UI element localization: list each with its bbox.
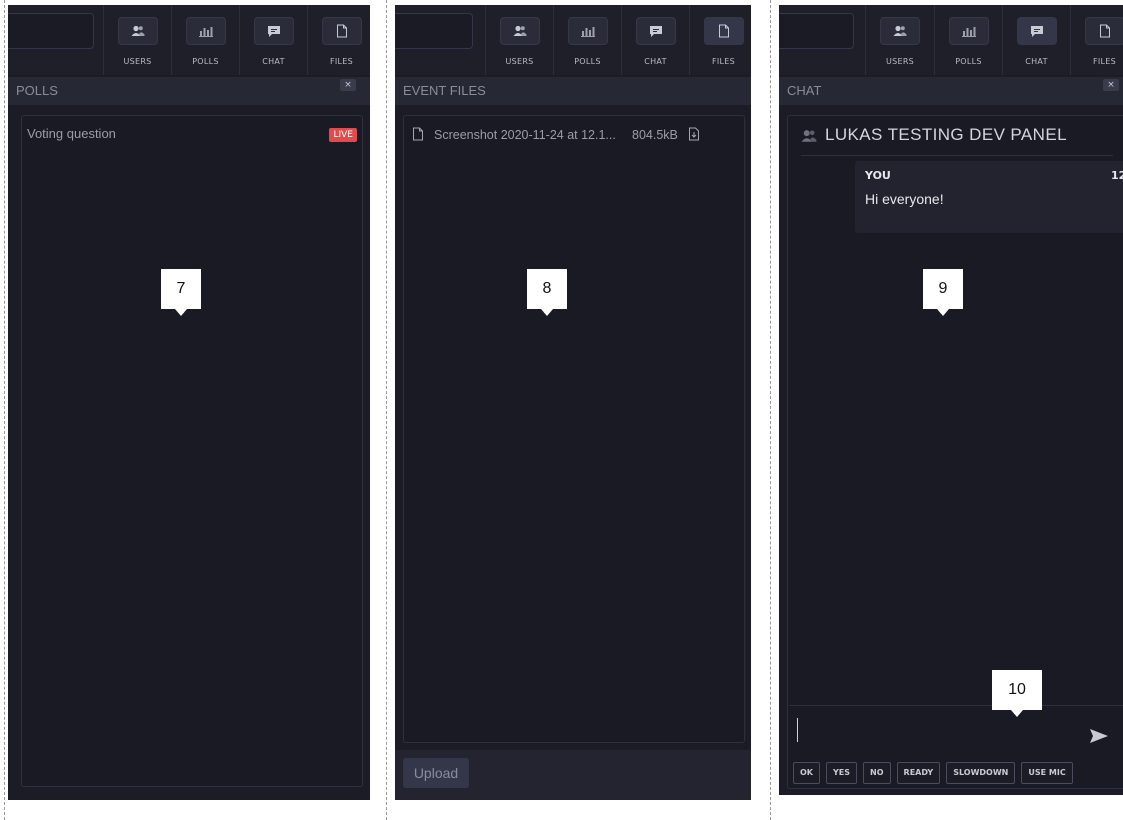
quick-reply-bar: OK YES NO READY SLOWDOWN USE MIC	[793, 762, 1073, 784]
file-icon	[412, 127, 424, 144]
files-panel: USERS POLLS CHAT FILES EVENT FILES Scree…	[395, 5, 751, 800]
quick-reply-use-mic[interactable]: USE MIC	[1021, 762, 1073, 784]
tab-files-label: FILES	[711, 57, 736, 66]
panel-title: CHAT	[787, 83, 822, 98]
quick-reply-ready[interactable]: READY	[896, 762, 941, 784]
tab-chat[interactable]: CHAT	[621, 5, 689, 75]
poll-question[interactable]: Voting question	[27, 126, 116, 141]
top-bar: USERS POLLS CHAT FILES	[779, 5, 1123, 75]
tab-files[interactable]: FILES	[1070, 5, 1123, 75]
message-time: 12:10	[1111, 169, 1123, 182]
quick-reply-ok[interactable]: OK	[793, 762, 820, 784]
polls-list: Voting question LIVE	[21, 115, 363, 787]
tab-users[interactable]: USERS	[865, 5, 934, 75]
chat-bubble-icon	[635, 17, 676, 45]
room-divider	[801, 155, 1113, 156]
callout-8: 8	[527, 269, 567, 316]
tab-chat-label: CHAT	[262, 57, 285, 66]
top-bar: USERS POLLS CHAT FILES	[395, 5, 751, 75]
tab-chat-label: CHAT	[644, 57, 667, 66]
users-icon	[499, 17, 540, 45]
quick-reply-yes[interactable]: YES	[826, 762, 858, 784]
quick-reply-slowdown[interactable]: SLOWDOWN	[946, 762, 1016, 784]
panel-title: POLLS	[16, 83, 58, 98]
users-icon	[880, 17, 920, 45]
tab-polls-label: POLLS	[955, 57, 982, 66]
file-name: Screenshot 2020-11-24 at 12.1...	[434, 128, 616, 142]
event-logo-box	[8, 13, 94, 49]
callout-9: 9	[923, 269, 963, 316]
file-size: 804.5kB	[632, 128, 678, 142]
tab-chat[interactable]: CHAT	[1002, 5, 1070, 75]
send-icon[interactable]	[1089, 728, 1109, 748]
tab-files-label: FILES	[329, 57, 354, 66]
tab-chat-label: CHAT	[1025, 57, 1048, 66]
top-bar-left	[779, 5, 866, 75]
event-logo-box	[395, 13, 473, 49]
tab-polls-label: POLLS	[574, 57, 601, 66]
tab-chat[interactable]: CHAT	[239, 5, 307, 75]
panel-title: EVENT FILES	[403, 83, 486, 98]
users-icon	[117, 17, 158, 45]
tab-polls[interactable]: POLLS	[934, 5, 1002, 75]
panel-header: POLLS ×	[8, 77, 370, 105]
text-caret	[797, 718, 798, 742]
divider-1	[4, 0, 5, 820]
panel-header: EVENT FILES	[395, 77, 751, 105]
quick-reply-no[interactable]: NO	[863, 762, 891, 784]
tab-files-label: FILES	[1092, 57, 1117, 66]
tab-polls[interactable]: POLLS	[553, 5, 621, 75]
chat-bubble-icon	[253, 17, 294, 45]
upload-button[interactable]: Upload	[403, 758, 469, 788]
file-item[interactable]: Screenshot 2020-11-24 at 12.1... 804.5kB	[412, 124, 736, 146]
divider-3	[770, 0, 771, 820]
chat-room-title: LUKAS TESTING DEV PANEL	[825, 125, 1067, 144]
download-icon[interactable]	[688, 127, 700, 144]
panel-header: CHAT ×	[779, 77, 1123, 105]
event-logo-box	[779, 13, 854, 49]
file-icon	[1084, 17, 1123, 45]
chat-input[interactable]	[789, 705, 1123, 756]
message-text: Hi everyone!	[865, 191, 944, 207]
polls-panel: USERS POLLS CHAT FILES POLLS × Voting qu…	[8, 5, 370, 800]
tab-users-label: USERS	[885, 57, 915, 66]
divider-2	[386, 0, 387, 820]
file-list: Screenshot 2020-11-24 at 12.1... 804.5kB	[403, 115, 745, 743]
tab-users-label: USERS	[505, 57, 534, 66]
file-icon	[703, 17, 744, 45]
callout-7: 7	[161, 269, 201, 316]
tab-users[interactable]: USERS	[485, 5, 553, 75]
users-icon	[801, 128, 817, 147]
bar-chart-icon	[567, 17, 608, 45]
bar-chart-icon	[185, 17, 226, 45]
tab-users[interactable]: USERS	[103, 5, 171, 75]
top-bar: USERS POLLS CHAT FILES	[8, 5, 370, 75]
chat-panel: USERS POLLS CHAT FILES CHAT × LUKAS TEST…	[779, 5, 1123, 795]
top-bar-left	[395, 5, 486, 75]
files-footer: Upload	[395, 750, 751, 800]
callout-10: 10	[992, 670, 1042, 717]
tab-files[interactable]: FILES	[689, 5, 751, 75]
tab-polls[interactable]: POLLS	[171, 5, 239, 75]
tab-polls-label: POLLS	[192, 57, 219, 66]
tab-users-label: USERS	[123, 57, 152, 66]
file-icon	[321, 17, 362, 45]
top-bar-left	[8, 5, 104, 75]
close-icon[interactable]: ×	[1103, 79, 1119, 91]
close-icon[interactable]: ×	[340, 79, 356, 91]
live-badge: LIVE	[329, 128, 357, 142]
message-author: YOU	[865, 169, 891, 182]
chat-bubble-icon	[1016, 17, 1057, 45]
bar-chart-icon	[948, 17, 989, 45]
chat-message: YOU 12:10 Hi everyone!	[855, 161, 1123, 233]
tab-files[interactable]: FILES	[307, 5, 370, 75]
